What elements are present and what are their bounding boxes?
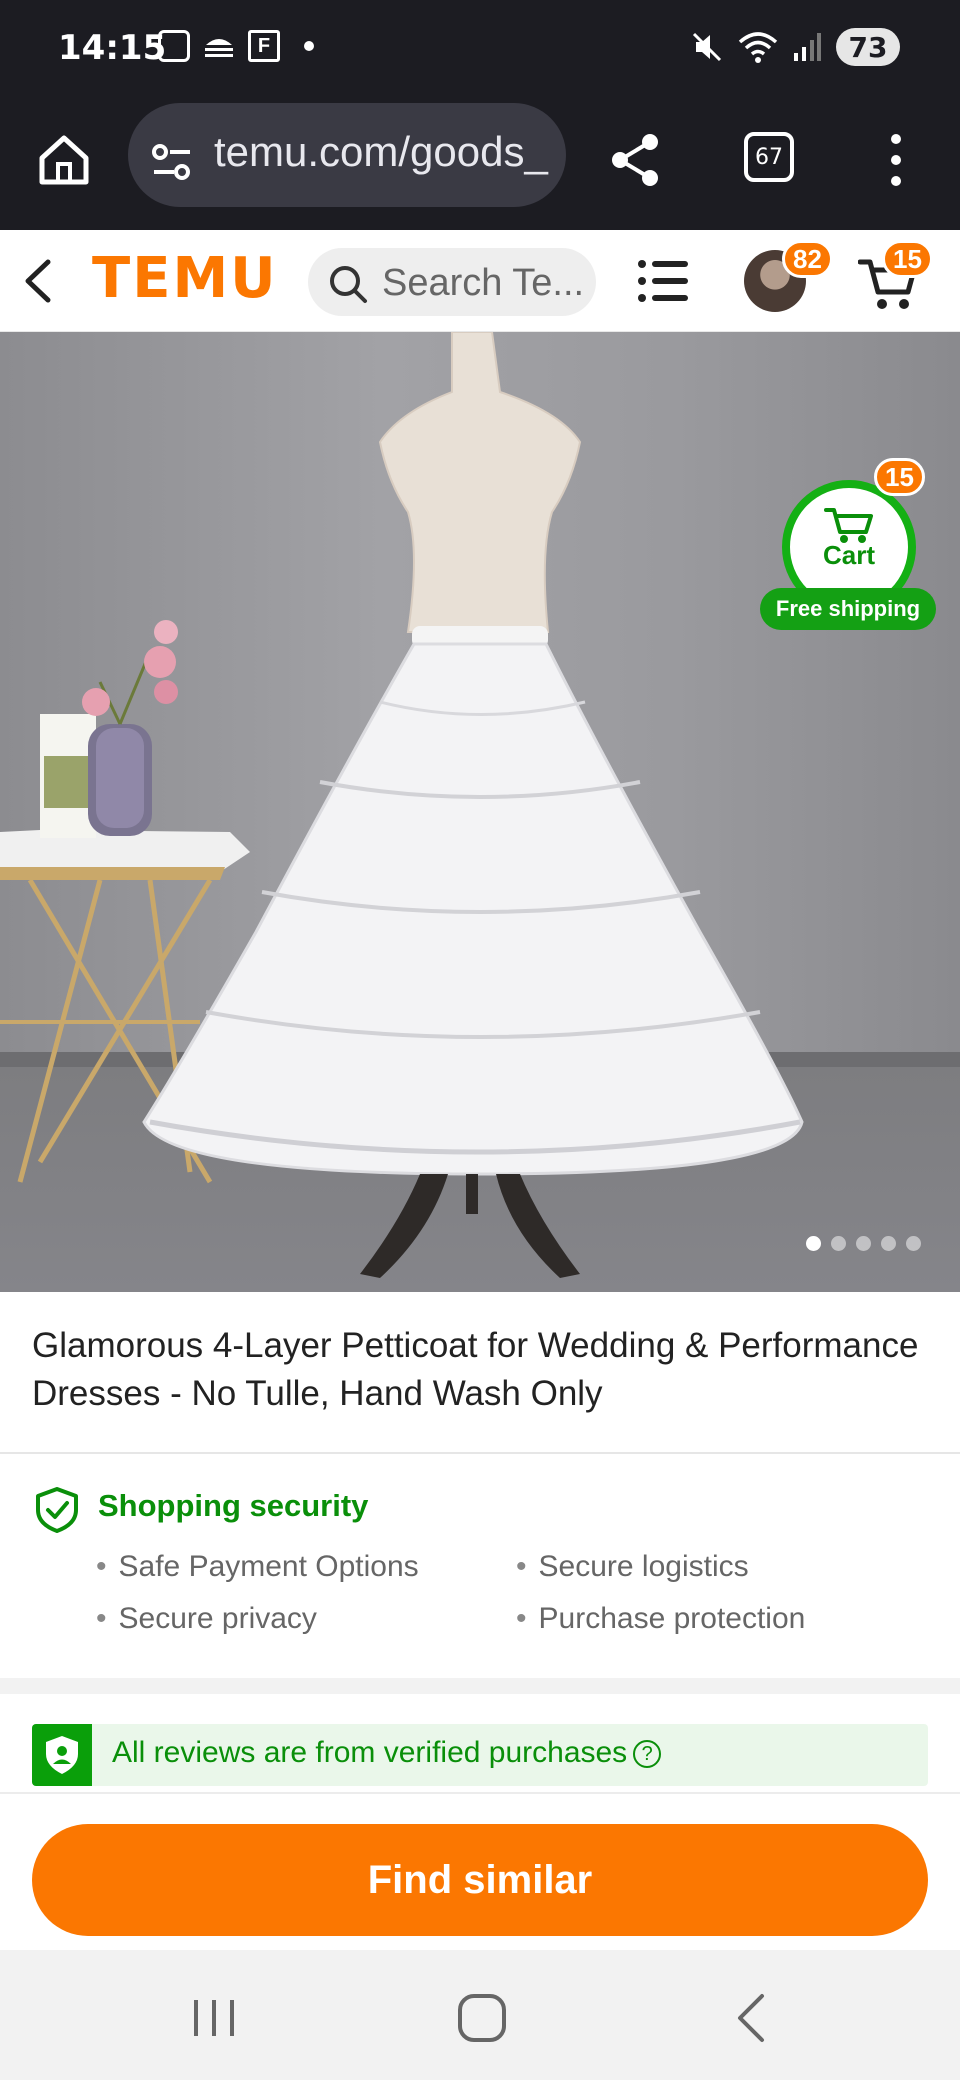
mute-icon [692,32,722,62]
petticoat-skirt [142,642,804,1176]
status-time: 14:15 [58,28,167,68]
status-right-icons: 73 [690,28,900,66]
wifi-icon [738,32,778,63]
security-item: Secure privacy [96,1602,317,1636]
verified-reviews-text: All reviews are from verified purchases? [112,1736,662,1770]
pager-dot [881,1236,896,1251]
weather-icon [205,39,233,57]
product-title: Glamorous 4-Layer Petticoat for Wedding … [32,1326,919,1413]
search-box[interactable]: Search Te... [308,248,596,316]
screenshot-icon [158,30,190,62]
floating-cart-button[interactable]: Cart Free shipping 15 [760,458,936,632]
pager-dot [856,1236,871,1251]
recent-apps-icon[interactable] [184,1988,244,2048]
floating-cart-icon [824,508,873,543]
battery-indicator: 73 [836,28,900,66]
security-item: Secure logistics [516,1550,749,1584]
product-photo [0,332,804,1278]
floating-cart-label: Cart [822,540,875,570]
tab-switcher-button[interactable]: 67 [744,132,794,182]
site-header: TEMU Search Te... 82 15 [0,230,960,332]
back-nav-icon[interactable] [722,1988,782,2048]
cart-badge: 15 [882,240,933,278]
home-nav-icon[interactable] [452,1988,512,2048]
screen: 14:15 F 73 temu.com/goods_ 67 TEMU Searc… [0,0,960,2080]
search-icon [330,266,367,303]
pager-dot [831,1236,846,1251]
free-shipping-label: Free shipping [760,588,936,630]
notification-dot-icon [304,41,314,51]
verified-shield-icon [32,1724,92,1786]
home-button[interactable] [34,130,94,190]
flowers [82,620,178,725]
status-left-icons: F [158,30,314,62]
app-f-icon: F [248,30,280,62]
shield-check-icon [36,1487,78,1533]
verified-reviews-label: All reviews are from verified purchases [112,1736,628,1769]
site-settings-icon[interactable] [150,140,194,184]
help-icon[interactable]: ? [633,1740,662,1769]
status-bar: 14:15 F 73 [0,0,960,100]
battery-level: 73 [848,30,888,64]
shopping-security-section[interactable]: Shopping security Safe Payment Options S… [0,1454,960,1678]
floating-cart-badge: 15 [874,458,925,496]
search-placeholder: Search Te... [382,262,585,304]
image-pager-dots [806,1236,921,1251]
url-text[interactable]: temu.com/goods_ [214,128,550,176]
verified-reviews-banner[interactable]: All reviews are from verified purchases? [32,1724,928,1786]
pager-dot [906,1236,921,1251]
system-navigation-bar [0,1950,960,2080]
pager-dot-active [806,1236,821,1251]
signal-icon [794,33,821,61]
security-item: Purchase protection [516,1602,806,1636]
share-icon[interactable] [606,130,666,190]
security-item: Safe Payment Options [96,1550,419,1584]
find-similar-button[interactable]: Find similar [32,1824,928,1936]
temu-logo[interactable]: TEMU [92,246,278,311]
shopping-security-title: Shopping security [98,1488,369,1523]
back-icon[interactable] [18,256,58,306]
browser-menu-button[interactable] [876,128,916,192]
avatar-badge: 82 [782,240,833,278]
product-image[interactable]: Cart Free shipping 15 [0,332,960,1292]
categories-list-icon[interactable] [636,256,690,306]
section-gap [0,1678,960,1694]
browser-toolbar: temu.com/goods_ 67 [0,100,960,230]
mannequin-torso [378,332,582,633]
